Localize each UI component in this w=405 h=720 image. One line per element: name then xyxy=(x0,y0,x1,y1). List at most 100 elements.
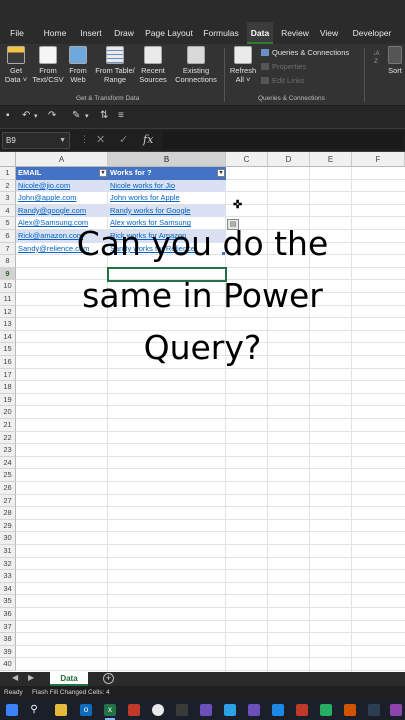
row-header[interactable]: 27 xyxy=(0,494,16,508)
sort-button[interactable]: Sort xyxy=(386,46,404,92)
row-header[interactable]: 39 xyxy=(0,645,16,659)
tab-data[interactable]: Data xyxy=(247,22,273,44)
outlook-icon[interactable]: o xyxy=(80,704,92,716)
filter-dropdown-icon[interactable]: ▾ xyxy=(217,169,225,177)
redo-icon[interactable]: ↷ xyxy=(48,110,56,121)
app-icon[interactable] xyxy=(368,704,380,716)
vscode-icon[interactable] xyxy=(272,704,284,716)
app-icon[interactable] xyxy=(248,704,260,716)
search-icon[interactable]: ⚲ xyxy=(28,704,40,716)
get-data-button[interactable]: Get Data ˅ xyxy=(3,46,29,92)
row-header[interactable]: 22 xyxy=(0,431,16,445)
undo-icon[interactable]: ↶ xyxy=(22,110,30,121)
sort-icon[interactable]: ⇅ xyxy=(100,110,108,121)
row-header[interactable]: 24 xyxy=(0,456,16,470)
row-header[interactable]: 19 xyxy=(0,393,16,407)
customize-qat-icon[interactable]: ≡ xyxy=(118,110,124,121)
tab-formulas[interactable]: Formulas xyxy=(200,22,242,44)
table-header-works-for[interactable]: Works for ? ▾ xyxy=(108,167,226,180)
row-header[interactable]: 34 xyxy=(0,582,16,596)
row-header[interactable]: 40 xyxy=(0,658,16,671)
tab-view[interactable]: View xyxy=(317,22,341,44)
row-header[interactable]: 26 xyxy=(0,482,16,495)
app-icon[interactable] xyxy=(296,704,308,716)
row-header[interactable]: 2 xyxy=(0,179,16,193)
select-all-button[interactable] xyxy=(0,152,16,167)
row-header[interactable]: 33 xyxy=(0,570,16,583)
save-icon[interactable]: ▪ xyxy=(6,110,10,121)
column-header-d[interactable]: D xyxy=(268,152,310,167)
row-header[interactable]: 32 xyxy=(0,557,16,571)
tab-developer[interactable]: Developer xyxy=(350,22,394,44)
app-icon[interactable] xyxy=(224,704,236,716)
row-header[interactable]: 38 xyxy=(0,633,16,646)
row-header[interactable]: 37 xyxy=(0,620,16,634)
row-header[interactable]: 3 xyxy=(0,192,16,205)
add-sheet-button[interactable]: + xyxy=(103,673,114,684)
app-icon[interactable] xyxy=(320,704,332,716)
from-web-button[interactable]: From Web xyxy=(67,46,89,92)
from-text-csv-button[interactable]: From Text/CSV xyxy=(32,46,64,92)
row-header[interactable]: 36 xyxy=(0,608,16,621)
row-header[interactable]: 25 xyxy=(0,469,16,482)
row-header[interactable]: 30 xyxy=(0,532,16,545)
column-header-c[interactable]: C xyxy=(226,152,268,167)
sort-az-button[interactable]: ↓A Z xyxy=(368,46,384,92)
excel-icon[interactable]: x xyxy=(104,704,116,716)
row-header[interactable]: 28 xyxy=(0,507,16,520)
tab-page-layout[interactable]: Page Layout xyxy=(143,22,195,44)
works-for-cell[interactable]: Nicole works for Jio xyxy=(108,179,226,193)
email-cell[interactable]: Randy@google.com xyxy=(16,204,108,218)
name-box[interactable]: B9 ▼ xyxy=(2,132,70,149)
formula-input[interactable] xyxy=(162,132,403,149)
tab-review[interactable]: Review xyxy=(279,22,311,44)
app-icon[interactable] xyxy=(390,704,402,716)
file-explorer-icon[interactable] xyxy=(55,704,67,716)
queries-connections-button[interactable]: Queries & Connections xyxy=(261,48,349,58)
table-header-email[interactable]: EMAIL ▾ xyxy=(16,167,108,180)
next-sheet-icon[interactable]: ▶ xyxy=(28,673,34,682)
row-header[interactable]: 18 xyxy=(0,381,16,394)
column-header-a[interactable]: A xyxy=(16,152,108,167)
row-header[interactable]: 35 xyxy=(0,595,16,608)
app-icon[interactable] xyxy=(344,704,356,716)
works-for-cell[interactable]: John works for Apple xyxy=(108,192,226,205)
undo-dropdown-icon[interactable]: ▾ xyxy=(34,112,38,120)
enter-icon[interactable]: ✓ xyxy=(119,133,128,146)
row-header[interactable]: 29 xyxy=(0,519,16,533)
existing-connections-button[interactable]: Existing Connections xyxy=(172,46,220,92)
cancel-icon[interactable]: ✕ xyxy=(96,133,105,146)
row-header[interactable]: 1 xyxy=(0,167,16,180)
recent-sources-button[interactable]: Recent Sources xyxy=(139,46,167,92)
from-table-range-button[interactable]: From Table/ Range xyxy=(92,46,138,92)
prev-sheet-icon[interactable]: ◀ xyxy=(12,673,18,682)
edit-links-button[interactable]: Edit Links xyxy=(261,76,305,86)
tab-draw[interactable]: Draw xyxy=(111,22,137,44)
format-painter-icon[interactable]: ✎ xyxy=(72,110,80,121)
properties-button[interactable]: Properties xyxy=(261,62,306,72)
column-header-b[interactable]: B xyxy=(108,152,226,167)
column-header-e[interactable]: E xyxy=(310,152,352,167)
row-header[interactable]: 31 xyxy=(0,545,16,558)
column-header-f[interactable]: F xyxy=(352,152,405,167)
filter-dropdown-icon[interactable]: ▾ xyxy=(99,169,107,177)
row-header[interactable]: 20 xyxy=(0,406,16,419)
sheet-tab-data[interactable]: Data xyxy=(50,672,88,686)
row-header[interactable]: 21 xyxy=(0,419,16,432)
row-header[interactable]: 23 xyxy=(0,444,16,457)
works-for-cell[interactable]: Randy works for Google xyxy=(108,204,226,218)
row-header[interactable]: 4 xyxy=(0,204,16,218)
app-icon[interactable] xyxy=(200,704,212,716)
refresh-all-button[interactable]: Refresh All ˅ xyxy=(228,46,258,92)
insert-function-button[interactable]: fx xyxy=(143,133,153,146)
windows-start-icon[interactable] xyxy=(6,704,18,716)
tab-file[interactable]: File xyxy=(6,22,28,44)
chrome-icon[interactable] xyxy=(152,704,164,716)
tab-home[interactable]: Home xyxy=(40,22,70,44)
email-cell[interactable]: Nicole@jio.com xyxy=(16,179,108,193)
tab-insert[interactable]: Insert xyxy=(77,22,105,44)
app-icon[interactable] xyxy=(176,704,188,716)
dropdown-icon[interactable]: ▾ xyxy=(85,112,89,120)
email-cell[interactable]: John@apple.com xyxy=(16,192,108,205)
app-icon[interactable] xyxy=(128,704,140,716)
